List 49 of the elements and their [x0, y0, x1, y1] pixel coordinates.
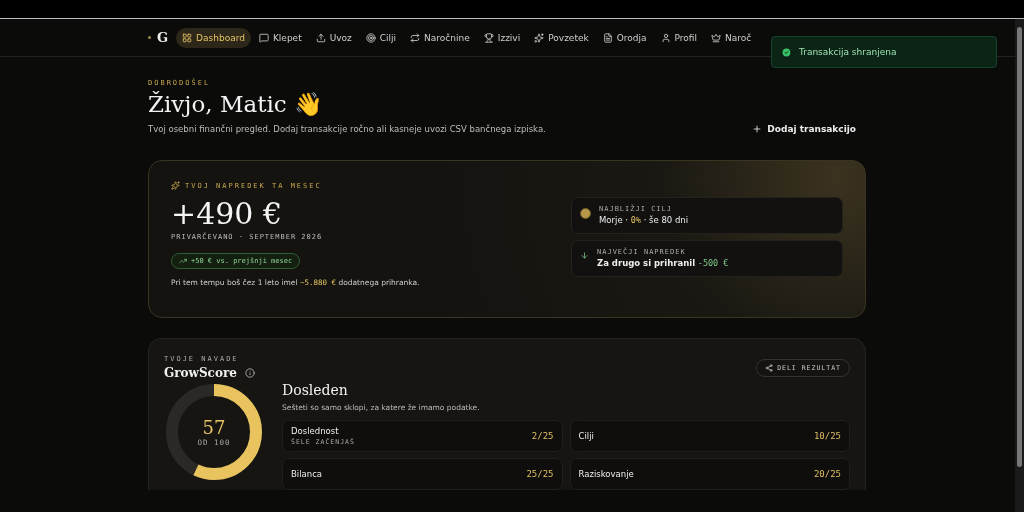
nav-tab[interactable]: Klepet — [252, 27, 308, 48]
user-icon — [660, 32, 671, 43]
nav-tab[interactable]: Cilji — [359, 27, 403, 48]
metric-value: 2/25 — [531, 431, 554, 441]
upload-icon — [315, 32, 326, 43]
nav-tab[interactable]: Profil — [654, 27, 703, 48]
scrollbar-thumb[interactable] — [1017, 27, 1022, 467]
metric-value: 20/25 — [813, 469, 841, 479]
check-circle-icon — [781, 46, 792, 58]
trophy-icon — [483, 32, 494, 43]
repeat-icon — [410, 32, 421, 43]
metric-value: 25/25 — [526, 469, 554, 479]
saved-amount: +490 € — [171, 196, 284, 231]
target-icon — [365, 32, 376, 43]
sparkle-icon — [171, 181, 180, 190]
page-title: Živjo, Matic 👋 — [148, 91, 324, 118]
share-icon — [765, 363, 774, 372]
metric-name: Bilanca — [291, 469, 323, 479]
tier-title: Dosleden — [282, 382, 349, 398]
metric-name: Raziskovanje — [578, 469, 634, 479]
metric-name: Doslednost — [291, 426, 340, 436]
section-title: GrowScore — [164, 366, 237, 380]
add-transaction-button[interactable]: Dodaj transakcijo — [742, 120, 866, 138]
nav-tab[interactable]: Izzivi — [477, 27, 527, 48]
arrow-down-icon — [580, 251, 589, 260]
document-icon — [602, 32, 613, 43]
goal-summary: Morje · 0% · še 80 dni — [599, 215, 689, 225]
nav-tab[interactable]: Povzetek — [528, 27, 595, 48]
score-value: 57 — [202, 417, 226, 438]
info-icon[interactable] — [244, 368, 255, 378]
metric-value: 10/25 — [813, 431, 841, 441]
sparkle-icon — [534, 32, 545, 43]
coin-icon — [580, 208, 591, 219]
nav-tab[interactable]: Naročnine — [404, 27, 476, 48]
plus-icon — [752, 124, 763, 134]
nav-tab[interactable]: Naroč — [704, 27, 758, 48]
nav-tab[interactable]: Uvoz — [309, 27, 358, 48]
toast-text: Transakcija shranjena — [799, 47, 897, 57]
logo[interactable]: G — [157, 30, 169, 45]
page-subtitle: Tvoj osebni finančni pregled. Dodaj transakcije ročno ali kasneje uvozi CSV bančnega izpiska. — [148, 124, 546, 134]
logo-dot-icon — [148, 36, 151, 39]
nav-tab[interactable]: Orodja — [596, 27, 653, 48]
grid-icon — [182, 32, 193, 43]
crown-icon — [710, 32, 721, 43]
gain-summary: Za drugo si prihranil -500 € — [597, 258, 729, 268]
metric-name: Cilji — [578, 431, 594, 441]
trend-up-icon — [179, 257, 187, 265]
nav-tab[interactable]: Dashboard — [176, 27, 251, 48]
chat-icon — [258, 32, 269, 43]
